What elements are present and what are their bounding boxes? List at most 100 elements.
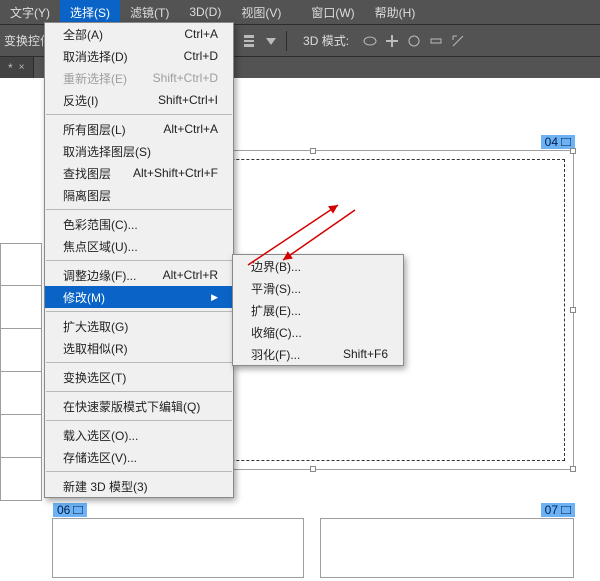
menuitem-shortcut: Shift+Ctrl+D bbox=[153, 71, 218, 85]
menuitem-inverse[interactable]: 反选(I) Shift+Ctrl+I bbox=[45, 89, 233, 111]
menu-label: 文字(Y) bbox=[10, 4, 50, 21]
menuitem-select-all[interactable]: 全部(A) Ctrl+A bbox=[45, 23, 233, 45]
artboard-icon bbox=[73, 506, 83, 514]
submenu-expand[interactable]: 扩展(E)... bbox=[233, 299, 403, 321]
menuitem-label: 新建 3D 模型(3) bbox=[63, 478, 148, 495]
menuitem-deselect-layers[interactable]: 取消选择图层(S) bbox=[45, 140, 233, 162]
artboard-07-label: 07 bbox=[541, 503, 575, 517]
menuitem-label: 收缩(C)... bbox=[251, 324, 302, 341]
artboard-07[interactable]: 07 bbox=[320, 518, 574, 578]
menuitem-isolate-layers[interactable]: 隔离图层 bbox=[45, 184, 233, 206]
handle-br[interactable] bbox=[570, 466, 576, 472]
menuitem-label: 选取相似(R) bbox=[63, 340, 128, 357]
menuitem-refine-edge[interactable]: 调整边缘(F)...Alt+Ctrl+R bbox=[45, 264, 233, 286]
menu-separator bbox=[46, 362, 232, 363]
menuitem-shortcut: Alt+Shift+Ctrl+F bbox=[133, 166, 218, 180]
menu-separator bbox=[46, 311, 232, 312]
menu-separator bbox=[46, 114, 232, 115]
dist-more-icon[interactable] bbox=[262, 32, 280, 50]
orbit-icon[interactable] bbox=[361, 32, 379, 50]
menuitem-shortcut: Ctrl+D bbox=[184, 49, 218, 63]
menu-help[interactable]: 帮助(H) bbox=[365, 0, 426, 24]
menu-view[interactable]: 视图(V) bbox=[231, 0, 291, 24]
menu-label: 3D(D) bbox=[189, 5, 221, 19]
menuitem-label: 载入选区(O)... bbox=[63, 427, 138, 444]
menuitem-reselect: 重新选择(E) Shift+Ctrl+D bbox=[45, 67, 233, 89]
menuitem-label: 平滑(S)... bbox=[251, 280, 301, 297]
menuitem-label: 隔离图层 bbox=[63, 187, 111, 204]
artboard-label-text: 07 bbox=[545, 503, 558, 517]
dist-v-icon[interactable] bbox=[240, 32, 258, 50]
menuitem-quick-mask[interactable]: 在快速蒙版模式下编辑(Q) bbox=[45, 395, 233, 417]
artboard-label-text: 04 bbox=[545, 135, 558, 149]
menuitem-find-layers[interactable]: 查找图层 Alt+Shift+Ctrl+F bbox=[45, 162, 233, 184]
menu-separator bbox=[46, 420, 232, 421]
menuitem-label: 边界(B)... bbox=[251, 258, 301, 275]
menuitem-all-layers[interactable]: 所有图层(L) Alt+Ctrl+A bbox=[45, 118, 233, 140]
menuitem-new-3d-extrusion[interactable]: 新建 3D 模型(3) bbox=[45, 475, 233, 497]
menuitem-label: 所有图层(L) bbox=[63, 121, 126, 138]
artboard-label-text: 06 bbox=[57, 503, 70, 517]
menu-text[interactable]: 文字(Y) bbox=[0, 0, 60, 24]
menuitem-label: 修改(M) bbox=[63, 289, 105, 306]
menu-window[interactable]: 窗口(W) bbox=[301, 0, 364, 24]
tab-title: * bbox=[8, 61, 13, 75]
submenu-smooth[interactable]: 平滑(S)... bbox=[233, 277, 403, 299]
menuitem-label: 取消选择(D) bbox=[63, 48, 128, 65]
menuitem-label: 存储选区(V)... bbox=[63, 449, 137, 466]
pan-icon[interactable] bbox=[383, 32, 401, 50]
menuitem-shortcut: Alt+Ctrl+R bbox=[163, 268, 218, 282]
handle-bm[interactable] bbox=[310, 466, 316, 472]
submenu-border[interactable]: 边界(B)... bbox=[233, 255, 403, 277]
menuitem-save-selection[interactable]: 存储选区(V)... bbox=[45, 446, 233, 468]
menuitem-similar[interactable]: 选取相似(R) bbox=[45, 337, 233, 359]
menubar: 文字(Y) 选择(S) 滤镜(T) 3D(D) 视图(V) 窗口(W) 帮助(H… bbox=[0, 0, 600, 24]
menuitem-label: 全部(A) bbox=[63, 26, 103, 43]
menuitem-label: 色彩范围(C)... bbox=[63, 216, 138, 233]
submenu-contract[interactable]: 收缩(C)... bbox=[233, 321, 403, 343]
roll-icon[interactable] bbox=[405, 32, 423, 50]
handle-tm[interactable] bbox=[310, 148, 316, 154]
menuitem-modify[interactable]: 修改(M) ▶ bbox=[45, 286, 233, 308]
menu-separator bbox=[46, 471, 232, 472]
slide-icon[interactable] bbox=[427, 32, 445, 50]
menu-label: 选择(S) bbox=[70, 4, 110, 21]
menuitem-label: 查找图层 bbox=[63, 165, 111, 182]
scale3d-icon[interactable] bbox=[449, 32, 467, 50]
menuitem-label: 扩展(E)... bbox=[251, 302, 301, 319]
menuitem-label: 扩大选取(G) bbox=[63, 318, 128, 335]
menuitem-label: 变换选区(T) bbox=[63, 369, 126, 386]
menu-filter[interactable]: 滤镜(T) bbox=[120, 0, 179, 24]
artboard-06[interactable]: 06 bbox=[52, 518, 304, 578]
menuitem-shortcut: Shift+Ctrl+I bbox=[158, 93, 218, 107]
menuitem-load-selection[interactable]: 载入选区(O)... bbox=[45, 424, 233, 446]
menu-3d[interactable]: 3D(D) bbox=[179, 0, 231, 24]
menuitem-label: 羽化(F)... bbox=[251, 346, 300, 363]
submenu-arrow-icon: ▶ bbox=[205, 292, 218, 303]
document-tab[interactable]: * × bbox=[0, 57, 34, 79]
handle-tr[interactable] bbox=[570, 148, 576, 154]
handle-mr[interactable] bbox=[570, 307, 576, 313]
menuitem-label: 反选(I) bbox=[63, 92, 98, 109]
menu-select[interactable]: 选择(S) bbox=[60, 0, 120, 24]
submenu-feather[interactable]: 羽化(F)...Shift+F6 bbox=[233, 343, 403, 365]
menuitem-transform-selection[interactable]: 变换选区(T) bbox=[45, 366, 233, 388]
menuitem-deselect[interactable]: 取消选择(D) Ctrl+D bbox=[45, 45, 233, 67]
artboard-06-label: 06 bbox=[53, 503, 87, 517]
artboard-04-label: 04 bbox=[541, 135, 575, 149]
menuitem-shortcut: Alt+Ctrl+A bbox=[163, 122, 218, 136]
menuitem-focus-area[interactable]: 焦点区域(U)... bbox=[45, 235, 233, 257]
artboard-icon bbox=[561, 138, 571, 146]
menuitem-color-range[interactable]: 色彩范围(C)... bbox=[45, 213, 233, 235]
menuitem-label: 取消选择图层(S) bbox=[63, 143, 151, 160]
mode3d-label: 3D 模式: bbox=[303, 32, 353, 49]
tab-close-icon[interactable]: × bbox=[19, 62, 25, 73]
modify-submenu: 边界(B)... 平滑(S)... 扩展(E)... 收缩(C)... 羽化(F… bbox=[232, 254, 404, 366]
menuitem-label: 在快速蒙版模式下编辑(Q) bbox=[63, 398, 200, 415]
menu-label: 滤镜(T) bbox=[130, 4, 169, 21]
menuitem-grow[interactable]: 扩大选取(G) bbox=[45, 315, 233, 337]
menuitem-shortcut: Ctrl+A bbox=[184, 27, 218, 41]
artboard-icon bbox=[561, 506, 571, 514]
menu-label: 窗口(W) bbox=[311, 4, 354, 21]
menuitem-label: 重新选择(E) bbox=[63, 70, 127, 87]
